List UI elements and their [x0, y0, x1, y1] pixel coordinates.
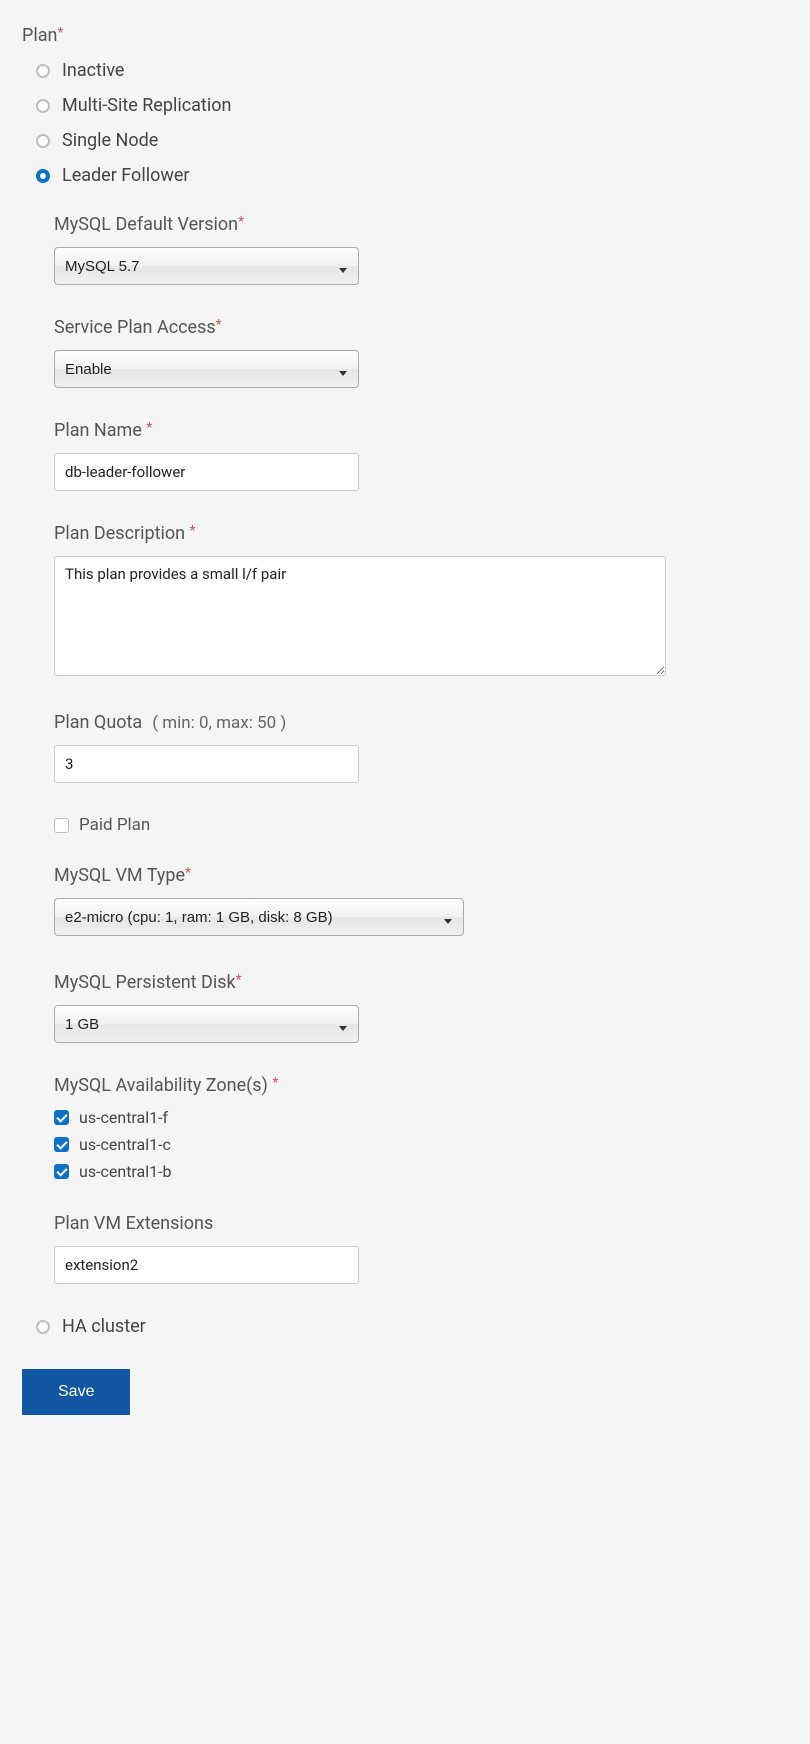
- paid-plan-label: Paid Plan: [79, 815, 150, 835]
- mysql-version-label: MySQL Default Version*: [54, 214, 788, 235]
- az-zone-label: us-central1-f: [79, 1108, 168, 1127]
- service-plan-access-select[interactable]: Enable: [54, 350, 359, 388]
- field-persistent-disk: MySQL Persistent Disk* 1 GB: [54, 972, 788, 1043]
- plan-option-label: Multi-Site Replication: [62, 95, 231, 116]
- vm-extensions-label: Plan VM Extensions: [54, 1213, 788, 1234]
- vm-type-label: MySQL VM Type*: [54, 865, 788, 886]
- plan-option-multisite[interactable]: Multi-Site Replication: [36, 95, 788, 116]
- field-vm-extensions: Plan VM Extensions: [54, 1213, 788, 1284]
- plan-quota-input[interactable]: [54, 745, 359, 783]
- service-plan-access-label: Service Plan Access*: [54, 317, 788, 338]
- plan-option-label: Leader Follower: [62, 165, 190, 186]
- persistent-disk-label: MySQL Persistent Disk*: [54, 972, 788, 993]
- plan-option-label: HA cluster: [62, 1316, 146, 1337]
- vm-type-select[interactable]: e2-micro (cpu: 1, ram: 1 GB, disk: 8 GB): [54, 898, 464, 936]
- radio-icon: [36, 64, 50, 78]
- field-service-plan-access: Service Plan Access* Enable: [54, 317, 788, 388]
- plan-description-label: Plan Description *: [54, 523, 788, 544]
- paid-plan-checkbox[interactable]: Paid Plan: [54, 815, 788, 835]
- field-plan-quota: Plan Quota( min: 0, max: 50 ): [54, 712, 788, 783]
- plan-option-single-node[interactable]: Single Node: [36, 130, 788, 151]
- mysql-version-select[interactable]: MySQL 5.7: [54, 247, 359, 285]
- az-checkbox-us-central1-c[interactable]: us-central1-c: [54, 1135, 788, 1154]
- plan-option-ha-cluster[interactable]: HA cluster: [36, 1316, 788, 1337]
- vm-extensions-input[interactable]: [54, 1246, 359, 1284]
- az-checkbox-us-central1-f[interactable]: us-central1-f: [54, 1108, 788, 1127]
- plan-option-inactive[interactable]: Inactive: [36, 60, 788, 81]
- plan-option-leader-follower[interactable]: Leader Follower: [36, 165, 788, 186]
- plan-quota-label: Plan Quota( min: 0, max: 50 ): [54, 712, 788, 733]
- persistent-disk-select[interactable]: 1 GB: [54, 1005, 359, 1043]
- az-zone-label: us-central1-c: [79, 1135, 171, 1154]
- checkbox-icon: [54, 818, 69, 833]
- az-label: MySQL Availability Zone(s) *: [54, 1075, 788, 1096]
- radio-icon: [36, 169, 50, 183]
- field-mysql-version: MySQL Default Version* MySQL 5.7: [54, 214, 788, 285]
- checkbox-icon: [54, 1137, 69, 1152]
- radio-icon: [36, 1320, 50, 1334]
- field-availability-zones: MySQL Availability Zone(s) * us-central1…: [54, 1075, 788, 1181]
- plan-section-label: Plan*: [22, 25, 788, 46]
- checkbox-icon: [54, 1164, 69, 1179]
- plan-radio-group: Inactive Multi-Site Replication Single N…: [36, 60, 788, 186]
- field-plan-name: Plan Name *: [54, 420, 788, 491]
- field-vm-type: MySQL VM Type* e2-micro (cpu: 1, ram: 1 …: [54, 865, 788, 936]
- az-checkbox-us-central1-b[interactable]: us-central1-b: [54, 1162, 788, 1181]
- field-plan-description: Plan Description * This plan provides a …: [54, 523, 788, 680]
- radio-icon: [36, 99, 50, 113]
- plan-option-label: Single Node: [62, 130, 158, 151]
- plan-name-input[interactable]: [54, 453, 359, 491]
- plan-option-label: Inactive: [62, 60, 124, 81]
- plan-description-textarea[interactable]: This plan provides a small l/f pair: [54, 556, 666, 676]
- az-zone-label: us-central1-b: [79, 1162, 172, 1181]
- checkbox-icon: [54, 1110, 69, 1125]
- radio-icon: [36, 134, 50, 148]
- save-button[interactable]: Save: [22, 1369, 130, 1415]
- field-paid-plan: Paid Plan: [54, 815, 788, 835]
- plan-name-label: Plan Name *: [54, 420, 788, 441]
